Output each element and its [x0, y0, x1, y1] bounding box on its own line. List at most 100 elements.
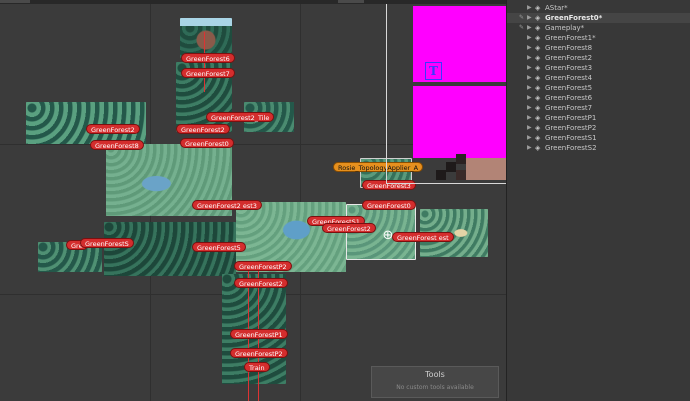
hierarchy-item-label: GreenForest3 [545, 64, 593, 72]
hierarchy-item-label: GreenForestS2 [545, 144, 597, 152]
pixel-block [446, 162, 456, 172]
pixel-block [456, 170, 466, 180]
expand-arrow-icon[interactable]: ▶ [527, 33, 535, 43]
scene-label[interactable]: GreenForest2 [86, 124, 140, 134]
unity-scene-icon: ◈ [535, 124, 541, 132]
hierarchy-row[interactable]: ▶ ◈ GreenForest7 [507, 103, 690, 113]
hierarchy-row[interactable]: ▶ ◈ GreenForest2 [507, 53, 690, 63]
map-tile-gf2-left[interactable] [26, 102, 146, 144]
expand-arrow-icon[interactable]: ▶ [527, 53, 535, 63]
scene-label[interactable]: GreenForestP2 [230, 348, 288, 358]
hierarchy-item-label: GreenForest2 [545, 54, 593, 62]
expand-arrow-icon[interactable]: ▶ [527, 73, 535, 83]
tools-overlay: Tools No custom tools available [371, 366, 499, 398]
globe-icon[interactable]: ⊕ [381, 229, 395, 243]
unity-scene-icon: ◈ [535, 94, 541, 102]
unity-scene-icon: ◈ [535, 4, 541, 12]
expand-arrow-icon[interactable]: ▶ [527, 93, 535, 103]
hierarchy-item-label: GreenForest6 [545, 94, 593, 102]
tools-subtitle: No custom tools available [396, 384, 474, 391]
hierarchy-item-label: GreenForest1* [545, 34, 596, 42]
expand-arrow-icon[interactable]: ▶ [527, 103, 535, 113]
hierarchy-row[interactable]: ▶ ◈ GreenForest1* [507, 33, 690, 43]
expand-arrow-icon[interactable]: ▶ [527, 133, 535, 143]
canvas-magenta-bottom [413, 86, 506, 158]
hierarchy-row[interactable]: ▶ ◈ GreenForest4 [507, 73, 690, 83]
unity-scene-icon: ◈ [535, 14, 541, 22]
hierarchy-item-label: GreenForest0* [545, 14, 603, 22]
hierarchy-row[interactable]: ▶ ◈ GreenForest3 [507, 63, 690, 73]
hierarchy-row[interactable]: ▶ ◈ GreenForest8 [507, 43, 690, 53]
hierarchy-item-label: GreenForest5 [545, 84, 593, 92]
expand-arrow-icon[interactable]: ▶ [527, 123, 535, 133]
tools-title: Tools [425, 370, 445, 379]
hierarchy-item-label: GreenForestP1 [545, 114, 597, 122]
unity-scene-icon: ◈ [535, 74, 541, 82]
expand-arrow-icon[interactable]: ▶ [527, 143, 535, 153]
hierarchy-empty-area[interactable] [507, 154, 690, 401]
camera-frame-line [386, 183, 506, 184]
unity-scene-icon: ◈ [535, 44, 541, 52]
scene-label[interactable]: GreenForestS [80, 238, 134, 248]
expand-arrow-icon[interactable]: ▶ [527, 23, 535, 33]
hierarchy-row[interactable]: ✎ ▶ ◈ Gameplay* [507, 23, 690, 33]
text-gizmo-icon[interactable]: T [425, 62, 442, 80]
scene-label[interactable]: GreenForest2 [234, 278, 288, 288]
scene-label[interactable]: GreenForest0 [362, 200, 416, 210]
unity-scene-icon: ◈ [535, 144, 541, 152]
unity-scene-icon: ◈ [535, 114, 541, 122]
hierarchy-item-label: GreenForestP2 [545, 124, 597, 132]
expand-arrow-icon[interactable]: ▶ [527, 83, 535, 93]
scene-view[interactable]: GreenForest6 GreenForest7 GreenForest2 G… [0, 4, 506, 401]
scene-label[interactable]: GreenForest2_Tile [206, 112, 275, 122]
visibility-eye-icon[interactable]: ✎ [519, 23, 527, 33]
expand-arrow-icon[interactable]: ▶ [527, 63, 535, 73]
hierarchy-row[interactable]: ▶ ◈ GreenForest6 [507, 93, 690, 103]
unity-scene-icon: ◈ [535, 34, 541, 42]
unity-scene-icon: ◈ [535, 84, 541, 92]
pixel-block [436, 170, 446, 180]
scene-label-orange[interactable]: Rosie_TopologyApplier_A [333, 162, 424, 172]
expand-arrow-icon[interactable]: ▶ [527, 3, 535, 13]
scene-label[interactable]: Train [244, 362, 270, 372]
hierarchy-row[interactable]: ✎ ▶ ◈ GreenForest0* [507, 13, 690, 23]
expand-arrow-icon[interactable]: ▶ [527, 113, 535, 123]
expand-arrow-icon[interactable]: ▶ [527, 13, 535, 23]
pixel-block [466, 158, 506, 180]
hierarchy-item-label: GreenForest4 [545, 74, 593, 82]
scene-label[interactable]: GreenForest2 est3 [192, 200, 262, 210]
scene-label[interactable]: GreenForest5 [192, 242, 246, 252]
hierarchy-item-label: GreenForestS1 [545, 134, 597, 142]
hierarchy-row[interactable]: ▶ ◈ GreenForestP1 [507, 113, 690, 123]
scene-label[interactable]: GreenForest0 [180, 138, 234, 148]
hierarchy-row[interactable]: ▶ ◈ GreenForestS2 [507, 143, 690, 153]
scene-label[interactable]: GreenForest est [392, 232, 454, 242]
game-tab-edge[interactable] [338, 0, 364, 3]
hierarchy-row[interactable]: ▶ ◈ GreenForestP2 [507, 123, 690, 133]
scene-label[interactable]: GreenForest3 [362, 180, 416, 190]
hierarchy-item-label: Gameplay* [545, 24, 585, 32]
visibility-eye-icon[interactable]: ✎ [519, 13, 527, 23]
hierarchy-row[interactable]: ▶ ◈ GreenForestS1 [507, 133, 690, 143]
scene-label[interactable]: GreenForest7 [181, 68, 235, 78]
unity-scene-icon: ◈ [535, 104, 541, 112]
hierarchy-row[interactable]: ▶ ◈ GreenForest5 [507, 83, 690, 93]
scene-label[interactable]: GreenForestP2 [234, 261, 292, 271]
hierarchy-panel[interactable]: ▶ ◈ AStar* ✎ ▶ ◈ GreenForest0* ✎ ▶ ◈ Gam… [506, 0, 690, 401]
pixel-block [456, 154, 466, 164]
scene-tab-edge[interactable] [0, 0, 30, 3]
unity-scene-icon: ◈ [535, 64, 541, 72]
map-tile-gf6-top[interactable] [180, 18, 232, 58]
scene-label[interactable]: GreenForest6 [181, 53, 235, 63]
scene-label[interactable]: GreenForest2 [322, 223, 376, 233]
unity-scene-icon: ◈ [535, 54, 541, 62]
scene-label[interactable]: GreenForest8 [90, 140, 144, 150]
unity-scene-icon: ◈ [535, 24, 541, 32]
hierarchy-item-label: GreenForest8 [545, 44, 593, 52]
unity-scene-icon: ◈ [535, 134, 541, 142]
hierarchy-row[interactable]: ▶ ◈ AStar* [507, 3, 690, 13]
scene-label[interactable]: GreenForest2 [176, 124, 230, 134]
hierarchy-item-label: AStar* [545, 4, 568, 12]
expand-arrow-icon[interactable]: ▶ [527, 43, 535, 53]
scene-label[interactable]: GreenForestP1 [230, 329, 288, 339]
